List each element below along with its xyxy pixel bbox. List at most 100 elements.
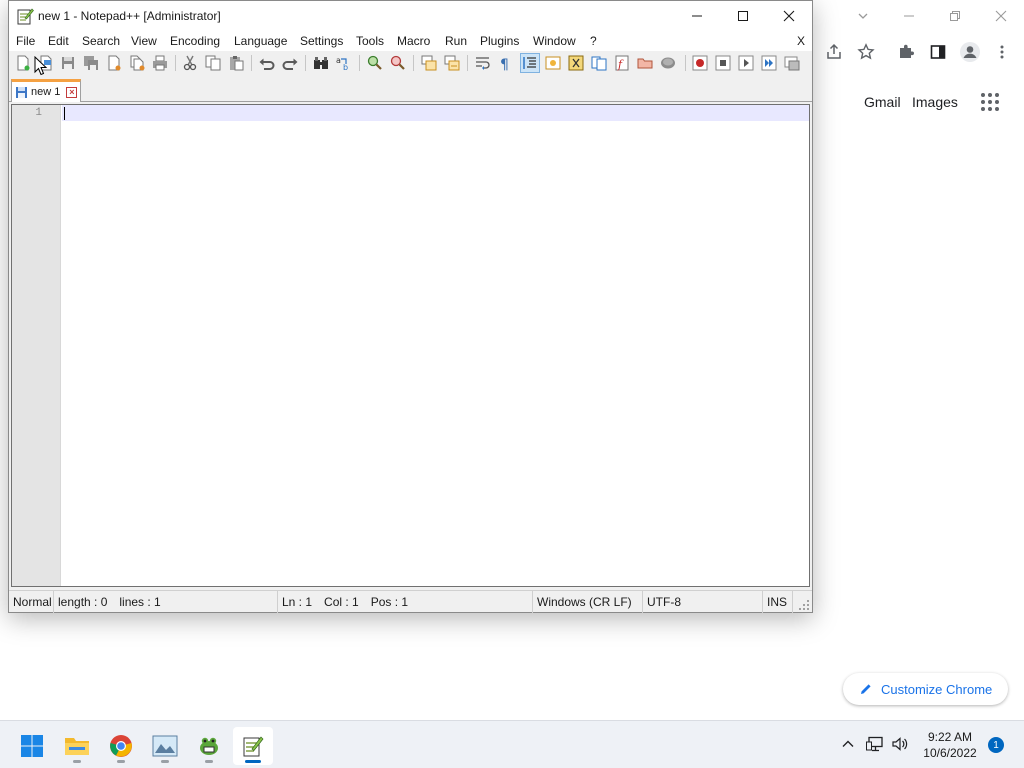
network-icon	[866, 736, 883, 752]
taskbar-clock[interactable]: 9:22 AM 10/6/2022	[918, 729, 982, 761]
playback-macro-icon[interactable]	[737, 54, 755, 72]
close-file-icon[interactable]	[105, 54, 123, 72]
folder-as-workspace-icon[interactable]	[636, 54, 654, 72]
toolbar-separator	[251, 55, 252, 71]
bookmark-star-button[interactable]	[854, 40, 878, 64]
menu-settings[interactable]: Settings	[300, 34, 343, 48]
chrome-minimize-button[interactable]	[886, 4, 932, 28]
word-wrap-icon[interactable]	[474, 54, 492, 72]
menu-plugins[interactable]: Plugins	[480, 34, 519, 48]
paste-icon[interactable]	[227, 54, 245, 72]
sync-vertical-icon[interactable]	[420, 54, 438, 72]
toolbar-separator	[305, 55, 306, 71]
customize-chrome-button[interactable]: Customize Chrome	[843, 673, 1008, 705]
status-eol[interactable]: Windows (CR LF)	[533, 591, 643, 613]
redo-icon[interactable]	[281, 54, 299, 72]
cut-icon[interactable]	[181, 54, 199, 72]
apps-grid-button[interactable]	[980, 92, 1000, 112]
menu-edit[interactable]: Edit	[48, 34, 69, 48]
sync-horizontal-icon[interactable]	[443, 54, 461, 72]
close-all-icon[interactable]	[128, 54, 146, 72]
menu-tools[interactable]: Tools	[356, 34, 384, 48]
menu-file[interactable]: File	[16, 34, 35, 48]
running-indicator	[117, 760, 125, 763]
taskbar-photos[interactable]	[145, 727, 185, 765]
npp-statusbar: Normal length : 0 lines : 1 Ln : 1 Col :…	[9, 590, 812, 613]
menu-language[interactable]: Language	[234, 34, 287, 48]
taskbar-file-explorer[interactable]	[57, 727, 97, 765]
star-icon	[857, 43, 875, 60]
notification-badge[interactable]: 1	[988, 737, 1004, 753]
chrome-restore-button[interactable]	[932, 4, 978, 28]
zoom-out-icon[interactable]	[389, 54, 407, 72]
show-all-characters-icon[interactable]: ¶	[497, 54, 515, 72]
menu-macro[interactable]: Macro	[397, 34, 430, 48]
current-line-highlight	[62, 105, 809, 121]
menu-help[interactable]: ?	[590, 34, 597, 48]
status-encoding[interactable]: UTF-8	[643, 591, 763, 613]
side-panel-button[interactable]	[926, 40, 950, 64]
npp-titlebar[interactable]: new 1 - Notepad++ [Administrator]	[9, 1, 812, 31]
chevron-down-icon	[858, 13, 868, 19]
zoom-in-icon[interactable]	[366, 54, 384, 72]
minimize-icon	[904, 15, 914, 17]
folder-icon	[65, 738, 89, 755]
taskbar-notepadpp[interactable]	[233, 727, 273, 765]
function-list-icon[interactable]: f	[613, 54, 631, 72]
chrome-tab-search-button[interactable]	[840, 4, 886, 28]
undo-icon[interactable]	[258, 54, 276, 72]
new-file-icon[interactable]	[14, 54, 32, 72]
menu-search[interactable]: Search	[82, 34, 120, 48]
menu-encoding[interactable]: Encoding	[170, 34, 220, 48]
save-macro-icon[interactable]	[783, 54, 801, 72]
replace-icon[interactable]: ab	[335, 54, 353, 72]
minimize-icon	[692, 15, 702, 17]
record-macro-icon[interactable]	[691, 54, 709, 72]
tab-new-1[interactable]: new 1 ×	[11, 79, 81, 102]
running-indicator	[161, 760, 169, 763]
taskbar-chrome[interactable]	[101, 727, 141, 765]
indent-guide-icon[interactable]	[520, 53, 540, 73]
share-button[interactable]	[822, 40, 846, 64]
tab-close-icon[interactable]: ×	[66, 86, 78, 98]
find-icon[interactable]	[312, 54, 330, 72]
npp-minimize-button[interactable]	[674, 1, 720, 31]
status-ln: Ln : 1	[282, 595, 313, 609]
profile-avatar[interactable]	[958, 40, 982, 64]
print-icon[interactable]	[151, 54, 169, 72]
monitoring-icon[interactable]	[659, 54, 677, 72]
document-list-icon[interactable]	[590, 54, 608, 72]
save-icon[interactable]	[59, 54, 77, 72]
document-map-icon[interactable]	[567, 54, 585, 72]
resize-grip-icon[interactable]	[798, 599, 810, 611]
menu-view[interactable]: View	[131, 34, 157, 48]
running-indicator	[73, 760, 81, 763]
status-ins[interactable]: INS	[763, 591, 793, 613]
svg-text:b: b	[343, 63, 348, 72]
extensions-button[interactable]	[894, 40, 918, 64]
user-defined-language-icon[interactable]	[544, 54, 562, 72]
taskbar-app-frog[interactable]	[189, 727, 229, 765]
npp-maximize-button[interactable]	[720, 1, 766, 31]
status-mode-text: Normal	[13, 595, 52, 609]
show-hidden-icons-button[interactable]	[838, 734, 858, 754]
toolbar-separator	[175, 55, 176, 71]
npp-close-button[interactable]	[766, 1, 812, 31]
menu-window[interactable]: Window	[533, 34, 576, 48]
chrome-close-button[interactable]	[978, 4, 1024, 28]
volume-button[interactable]	[890, 734, 910, 754]
network-button[interactable]	[865, 734, 885, 754]
editor-area[interactable]: 1	[11, 104, 810, 587]
gmail-link[interactable]: Gmail	[864, 94, 901, 110]
status-eol-text: Windows (CR LF)	[537, 595, 632, 609]
stop-recording-icon[interactable]	[714, 54, 732, 72]
menu-run[interactable]: Run	[445, 34, 467, 48]
images-link[interactable]: Images	[912, 94, 958, 110]
close-document-button[interactable]: X	[797, 34, 805, 48]
save-all-icon[interactable]	[82, 54, 100, 72]
run-macro-multiple-icon[interactable]	[760, 54, 778, 72]
clock-time: 9:22 AM	[927, 730, 973, 744]
chrome-menu-button[interactable]	[990, 40, 1014, 64]
start-button[interactable]	[12, 727, 52, 765]
copy-icon[interactable]	[204, 54, 222, 72]
